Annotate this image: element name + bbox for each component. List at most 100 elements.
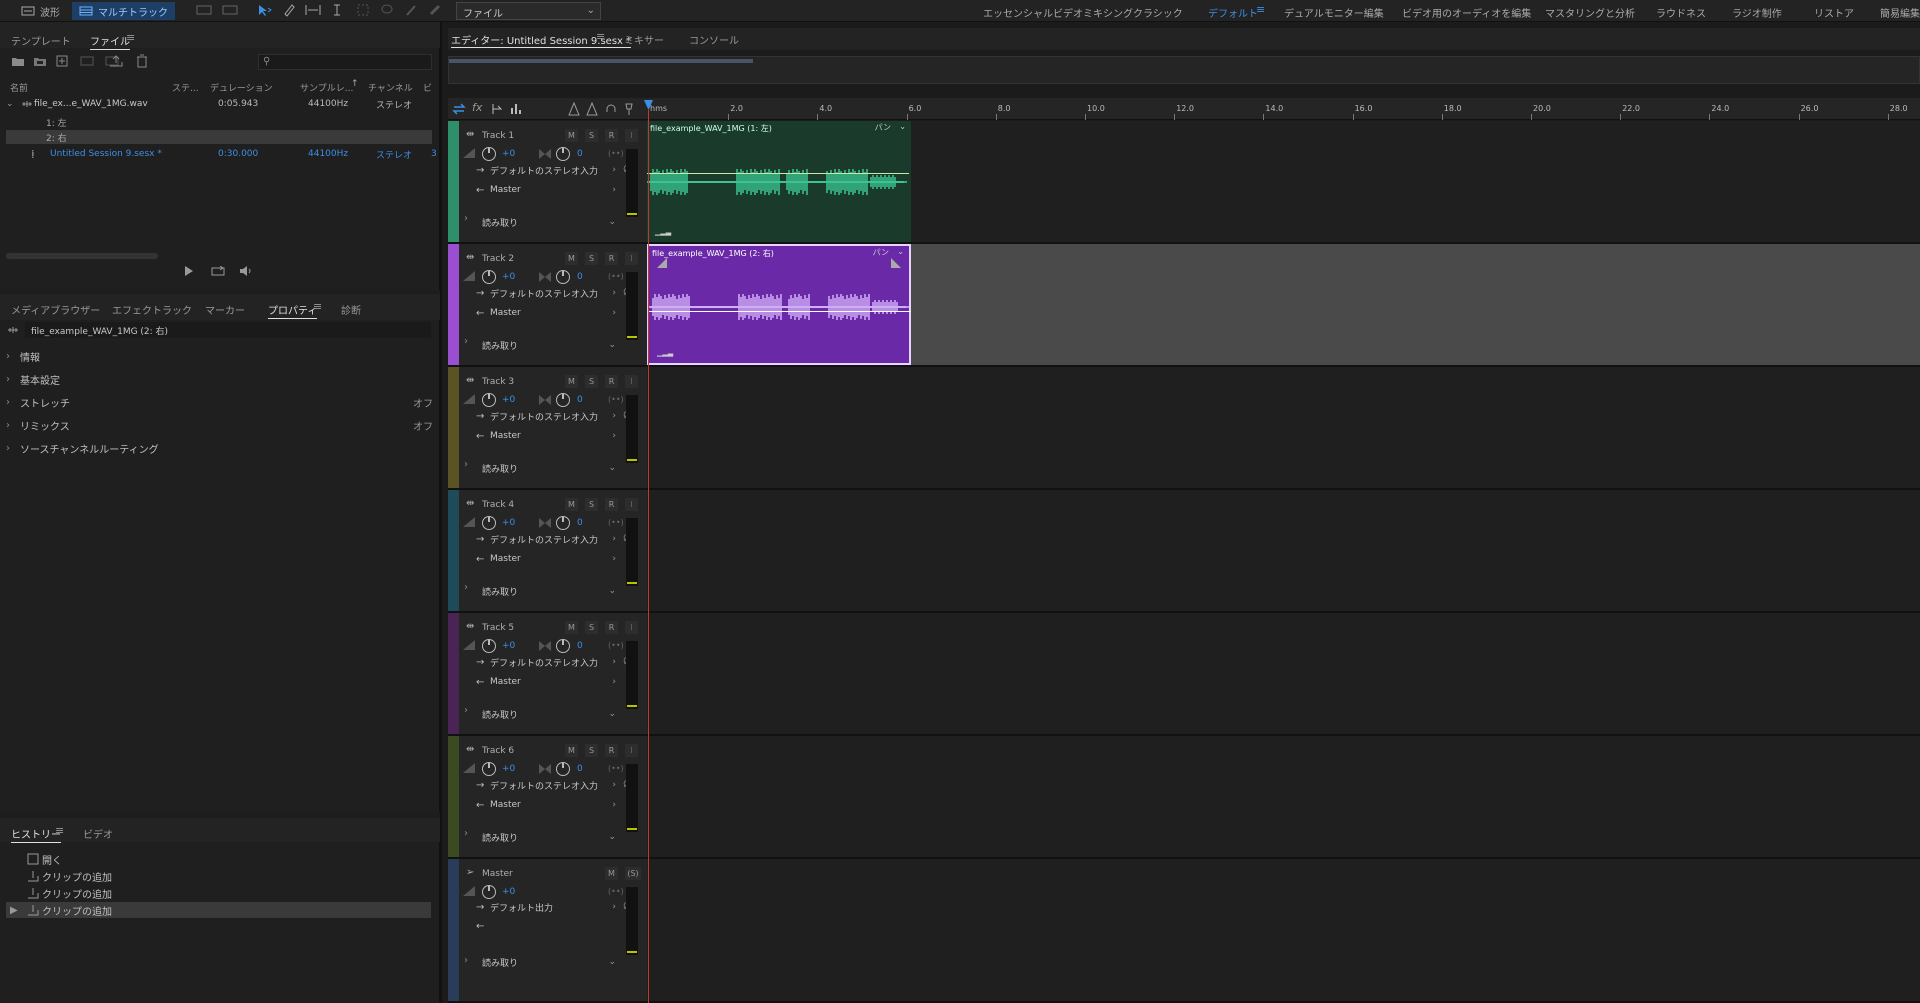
pan-knob[interactable] [556,393,570,407]
chevron-right-icon[interactable]: › [464,582,468,593]
track-name[interactable]: Track 2 [482,254,514,264]
record-arm-button[interactable]: R [605,129,618,142]
workspace-edit-audio-for-video[interactable]: ビデオ用のオーディオを編集 [1402,5,1531,20]
automation-mode-select[interactable]: 読み取り ⌄ [482,955,616,969]
loop-icon[interactable] [211,266,225,276]
time-ruler[interactable]: hms 2.0 4.0 6.0 8.0 10.0 12.0 14.0 16.0 18.0 20.0 2… [647,98,1920,120]
pan-knob[interactable] [556,147,570,161]
workspace-simple-edit[interactable]: 簡易編集 [1880,5,1920,20]
history-item[interactable]: クリップの追加 [6,868,431,884]
volume-value[interactable]: +0 [502,149,515,159]
pan-knob[interactable] [556,762,570,776]
track-lane[interactable] [647,490,1920,611]
workspace-dual-monitor[interactable]: デュアルモニター編集 [1284,5,1384,20]
output-select[interactable]: ← Master › [476,429,616,443]
track-lane[interactable] [647,367,1920,488]
insert-into-session-icon[interactable] [80,55,94,67]
record-arm-button[interactable]: R [605,375,618,388]
track-name[interactable]: Track 4 [482,500,514,510]
open-file-icon[interactable] [11,55,25,67]
import-file-icon[interactable] [33,55,47,67]
automation-mode-select[interactable]: 読み取り ⌄ [482,215,616,229]
workspace-menu-icon[interactable]: ≡ [1256,3,1265,16]
mute-button[interactable]: M [605,867,618,880]
pan-value[interactable]: 0 [577,149,583,159]
track-color-bar[interactable] [448,613,459,734]
input-monitor-button[interactable]: I [625,129,638,142]
mute-button[interactable]: M [565,252,578,265]
chevron-right-icon[interactable]: › [464,213,468,224]
input-monitor-button[interactable]: I [625,621,638,634]
track-color-bar[interactable] [448,367,459,488]
delete-icon[interactable] [136,54,148,68]
tab-diagnostics[interactable]: 診断 [341,302,361,317]
clip-name-field[interactable]: file_example_WAV_1MG (2: 右) [25,322,431,338]
automation-mode-select[interactable]: 読み取り ⌄ [482,461,616,475]
export-icon[interactable] [108,54,124,68]
automation-mode-select[interactable]: 読み取り ⌄ [482,584,616,598]
input-monitor-button[interactable]: I [625,375,638,388]
fade-out-handle[interactable] [891,258,901,268]
section-info[interactable]: › 情報 [6,347,433,365]
output-select[interactable]: ← Master › [476,306,616,320]
io-toggle-icon[interactable] [452,102,466,116]
channel-row-selected[interactable]: 2: 右 [6,130,432,144]
files-search-input[interactable]: ⚲ [258,54,432,70]
record-arm-button[interactable]: R [605,621,618,634]
input-monitor-button[interactable]: I [625,744,638,757]
waveform-mode-button[interactable]: 波形 [14,2,67,20]
playhead-line[interactable] [648,110,649,1003]
track-lane[interactable]: file_example_WAV_1MG (1: 左) パン ⌄ ▁▂▃ [647,121,1920,242]
spectral-display-icon[interactable] [196,4,212,16]
overview-visible-range[interactable] [449,59,753,63]
workspace-radio-production[interactable]: ラジオ制作 [1732,5,1782,20]
volume-value[interactable]: +0 [502,641,515,651]
tab-files[interactable]: ファイル [90,33,130,50]
track-color-bar[interactable] [448,859,459,1001]
stereo-link-icon[interactable]: (••) [608,764,624,773]
stereo-link-icon[interactable]: (••) [608,395,624,404]
history-item[interactable]: クリップの追加 [6,885,431,901]
lasso-tool-icon[interactable] [380,3,394,17]
volume-knob[interactable] [482,885,496,899]
fade-in-handle[interactable] [657,258,667,268]
auto-play-speaker-icon[interactable] [236,266,254,276]
chevron-right-icon[interactable]: › [464,459,468,470]
automation-mode-select[interactable]: 読み取り ⌄ [482,830,616,844]
track-color-bar[interactable] [448,490,459,611]
pan-knob[interactable] [556,270,570,284]
mute-button[interactable]: M [565,375,578,388]
track-name[interactable]: Track 6 [482,746,514,756]
file-dropdown[interactable]: ファイル ⌄ [456,2,601,20]
solo-button[interactable]: S [585,621,598,634]
input-select[interactable]: → デフォルトのステレオ入力 › [476,655,616,669]
tab-media-browser[interactable]: メディアブラウザー [11,302,100,317]
stereo-link-icon[interactable]: (••) [608,518,624,527]
track-lane[interactable] [647,736,1920,857]
volume-knob[interactable] [482,762,496,776]
solo-button[interactable]: S [585,744,598,757]
volume-value[interactable]: +0 [502,887,515,897]
track-move-icon[interactable]: ⇹ [466,744,474,755]
headphones-icon[interactable] [605,102,617,116]
stereo-link-icon[interactable]: (••) [608,641,624,650]
session-overview-bar[interactable] [448,56,1920,84]
tab-mixer[interactable]: ミキサー [624,32,664,47]
pan-value[interactable]: 0 [577,395,583,405]
volume-knob[interactable] [482,516,496,530]
stereo-link-icon[interactable]: (••) [608,887,624,896]
slip-tool-icon[interactable] [304,3,322,17]
section-basic-settings[interactable]: › 基本設定 [6,370,433,388]
column-samplerate[interactable]: サンプルレ... [300,81,353,94]
column-duration[interactable]: デュレーション [210,81,273,94]
column-channels[interactable]: チャンネル [368,81,413,94]
tab-history[interactable]: ヒストリー [11,826,61,843]
metronome-settings-icon[interactable] [586,102,598,116]
record-arm-button[interactable]: R [605,498,618,511]
file-row[interactable]: ⌄ file_ex...e_WAV_1MG.wav 0:05.943 44100… [6,97,439,111]
volume-envelope-line[interactable] [647,173,909,174]
play-icon[interactable] [184,266,194,276]
track-move-icon[interactable]: ⇹ [466,252,474,263]
brush-tool-icon[interactable] [404,3,418,17]
track-lane[interactable]: file_example_WAV_1MG (2: 右) パン ⌄ ▁▂▃ [647,244,1920,365]
